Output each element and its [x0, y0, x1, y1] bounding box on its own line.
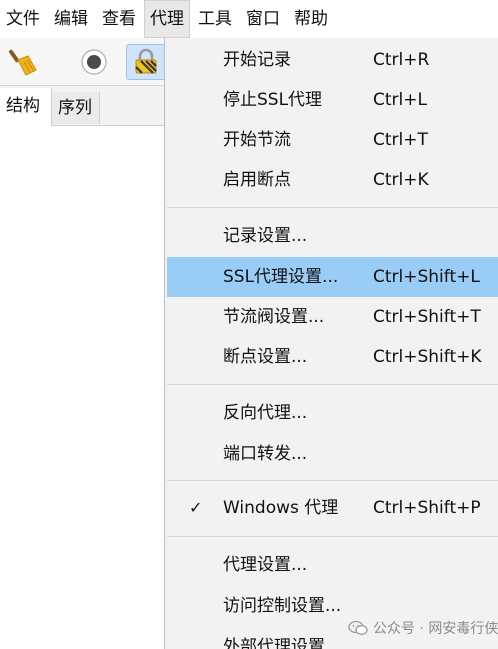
menu-item-enable-breakpoints[interactable]: 启用断点 Ctrl+K	[167, 160, 498, 200]
menu-item-label: 外部代理设置...	[223, 637, 342, 649]
menu-item-shortcut: Ctrl+K	[373, 170, 429, 190]
menu-separator	[167, 480, 498, 481]
menu-item-start-throttling[interactable]: 开始节流 Ctrl+T	[167, 120, 498, 160]
menu-separator	[167, 536, 498, 537]
app-window: 文件 编辑 查看 代理 工具 窗口 帮助 结构 序列 开始记录 Ctrl+R 停…	[0, 0, 498, 649]
menu-item-shortcut: Ctrl+Shift+L	[373, 267, 480, 287]
session-panel: 结构 序列	[0, 86, 164, 649]
menu-item-label: 代理设置...	[223, 555, 308, 575]
record-button[interactable]	[76, 44, 112, 80]
ssl-proxy-button[interactable]	[126, 44, 166, 80]
lock-icon	[135, 48, 157, 74]
menu-item-label: SSL代理设置...	[223, 267, 339, 287]
menu-item-breakpoint-settings[interactable]: 断点设置... Ctrl+Shift+K	[167, 337, 498, 377]
menu-item-shortcut: Ctrl+Shift+T	[373, 307, 481, 327]
menu-proxy[interactable]: 代理	[144, 0, 190, 38]
menu-bar: 文件 编辑 查看 代理 工具 窗口 帮助	[0, 0, 498, 38]
proxy-dropdown-menu: 开始记录 Ctrl+R 停止SSL代理 Ctrl+L 开始节流 Ctrl+T 启…	[164, 38, 498, 649]
checkmark-icon: ✓	[189, 498, 203, 517]
menu-item-label: 停止SSL代理	[223, 90, 323, 110]
menu-item-shortcut: Ctrl+Shift+K	[373, 347, 482, 367]
menu-separator	[167, 207, 498, 208]
menu-item-label: 记录设置...	[223, 226, 308, 246]
toolbar	[0, 38, 166, 86]
menu-item-port-forwarding[interactable]: 端口转发...	[167, 434, 498, 474]
menu-help[interactable]: 帮助	[288, 0, 334, 38]
menu-item-label: 反向代理...	[223, 403, 308, 423]
menu-item-label: 断点设置...	[223, 347, 308, 367]
menu-item-label: Windows 代理	[223, 498, 339, 518]
menu-item-shortcut: Ctrl+T	[373, 130, 428, 150]
menu-item-recording-settings[interactable]: 记录设置...	[167, 216, 498, 256]
menu-item-label: 端口转发...	[223, 444, 308, 464]
tab-structure[interactable]: 结构	[0, 88, 52, 126]
tab-sequence[interactable]: 序列	[52, 92, 100, 124]
watermark: 公众号 · 网安毒行侠	[348, 618, 498, 638]
menu-item-label: 开始节流	[223, 130, 291, 150]
clear-session-button[interactable]	[6, 44, 42, 80]
menu-separator	[167, 384, 498, 385]
menu-item-shortcut: Ctrl+Shift+P	[373, 498, 481, 518]
menu-item-reverse-proxies[interactable]: 反向代理...	[167, 393, 498, 433]
menu-item-windows-proxy[interactable]: ✓ Windows 代理 Ctrl+Shift+P	[167, 488, 498, 528]
broom-icon	[8, 49, 37, 76]
menu-item-shortcut: Ctrl+R	[373, 50, 430, 70]
menu-item-label: 节流阀设置...	[223, 307, 325, 327]
menu-item-throttle-settings[interactable]: 节流阀设置... Ctrl+Shift+T	[167, 297, 498, 337]
watermark-text: 公众号 · 网安毒行侠	[373, 621, 498, 637]
menu-item-label: 访问控制设置...	[223, 596, 342, 616]
menu-item-ssl-proxying-settings[interactable]: SSL代理设置... Ctrl+Shift+L	[167, 257, 498, 297]
menu-window[interactable]: 窗口	[240, 0, 286, 38]
menu-item-start-recording[interactable]: 开始记录 Ctrl+R	[167, 40, 498, 80]
wechat-logo-icon	[348, 620, 368, 635]
menu-item-label: 开始记录	[223, 50, 291, 70]
menu-item-label: 启用断点	[223, 170, 291, 190]
menu-view[interactable]: 查看	[96, 0, 142, 38]
menu-item-stop-ssl-proxying[interactable]: 停止SSL代理 Ctrl+L	[167, 80, 498, 120]
record-icon	[81, 49, 107, 75]
view-tabstrip: 结构 序列	[0, 86, 164, 126]
menu-item-proxy-settings[interactable]: 代理设置...	[167, 545, 498, 585]
menu-edit[interactable]: 编辑	[48, 0, 94, 38]
menu-tools[interactable]: 工具	[192, 0, 238, 38]
menu-item-shortcut: Ctrl+L	[373, 90, 427, 110]
menu-file[interactable]: 文件	[0, 0, 46, 38]
